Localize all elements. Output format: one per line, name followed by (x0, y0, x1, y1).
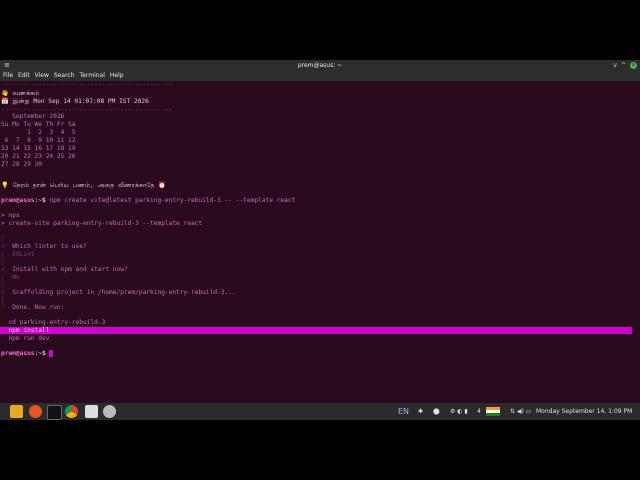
date-line: 📅 இன்று Mon Sep 14 01:07:08 PM IST 2026 (1, 98, 149, 106)
system-tray-icons[interactable]: ⚙ ◐ ▮ (450, 403, 468, 420)
menu-bar: File Edit View Search Terminal Help (0, 71, 640, 81)
ubuntu-icon[interactable] (29, 405, 42, 418)
command-text: npm create vite@latest parking-entry-reb… (45, 197, 296, 204)
terminal-icon[interactable] (47, 405, 62, 420)
calendar-week: 6 7 8 9 10 11 12 (1, 137, 76, 144)
tip-text: நேரம் தான் பெரிய பணம், அதை வீணாக்காதே ⏰ (12, 182, 167, 189)
next-step: npm run dev (8, 335, 50, 342)
final-prompt-line[interactable]: prem@asus:~$ (1, 350, 54, 358)
date-prefix: இன்று (12, 98, 30, 105)
done-line: └ Done. Now run: (1, 304, 64, 312)
prompt-path: :~$ (34, 197, 46, 204)
prompt-path: :~$ (34, 350, 46, 357)
window-title: prem@asus: ~ (297, 62, 343, 69)
obs-icon[interactable]: ⬤ (433, 403, 440, 420)
menu-file[interactable]: File (3, 71, 13, 81)
tip-line: 💡 நேரம் தான் பெரிய பணம், அதை வீணாக்காதே … (1, 182, 166, 190)
wizard-pipe: │ (1, 235, 5, 242)
wizard-bullet: ◇ (1, 243, 13, 250)
wizard-question: Which linter to use? (12, 243, 87, 250)
next-step: npm install (8, 327, 50, 334)
wizard-bullet: ◇ (1, 266, 13, 273)
wizard-question: Install with npm and start now? (12, 266, 128, 273)
maximize-button[interactable]: ^ (621, 60, 626, 71)
settings-icon[interactable] (103, 405, 116, 418)
greeting-text: வணக்கம் (12, 90, 40, 97)
calendar-week: 1 2 3 4 5 (1, 129, 76, 136)
selection-highlight (0, 327, 632, 334)
wizard-pipe: │ (1, 274, 13, 281)
npx-line: > npx (1, 212, 20, 219)
date-text: Mon Sep 14 01:07:08 PM IST 2026 (33, 98, 149, 105)
wizard-answer-line: │ No (1, 274, 20, 282)
calendar-week: 20 21 22 23 24 25 26 (1, 153, 76, 160)
npx-line: > create-vite parking-entry-rebuild-3 --… (1, 220, 203, 227)
greeting-line: 👋 வணக்கம் (1, 90, 39, 98)
prompt-user: prem@asus (1, 350, 35, 357)
window-titlebar[interactable]: ≡ prem@asus: ~ v ^ x (0, 60, 640, 71)
next-step: cd parking-entry-rebuild-3 (8, 319, 106, 326)
scaffold-line: ◇ Scaffolding project in /home/prem/park… (1, 289, 236, 297)
menu-help[interactable]: Help (110, 71, 124, 81)
command-line: prem@asus:~$ npm create vite@latest park… (1, 197, 295, 205)
taskbar: EN ✱ ⬤ ⚙ ◐ ▮ 4 ⇅ ◀) ▭ Monday September 1… (0, 403, 640, 420)
wizard-question-line: ◇ Install with npm and start now? (1, 266, 128, 274)
bluetooth-icon[interactable]: ✱ (418, 403, 423, 420)
network-volume-icons[interactable]: ⇅ ◀) ▭ (510, 403, 531, 420)
text-editor-icon[interactable] (85, 405, 98, 418)
terminal-output[interactable]: ----------------------------------------… (0, 81, 640, 405)
lightbulb-icon: 💡 (1, 182, 9, 189)
chrome-icon[interactable] (65, 405, 78, 418)
menu-terminal[interactable]: Terminal (80, 71, 105, 81)
header-divider: ----------------------------------------… (1, 81, 173, 88)
calendar-month: September 2026 (1, 113, 65, 120)
menu-edit[interactable]: Edit (18, 71, 30, 81)
wizard-answer-line: │ ESLint (1, 251, 35, 259)
wizard-bullet: ◇ (1, 289, 13, 296)
wizard-end: └ (1, 304, 13, 311)
close-button[interactable]: x (630, 62, 637, 69)
minimize-button[interactable]: v (613, 60, 617, 71)
menu-search[interactable]: Search (54, 71, 75, 81)
india-flag-icon (486, 403, 500, 420)
wizard-answer: ESLint (12, 251, 35, 258)
wave-icon: 👋 (1, 90, 9, 97)
calendar-icon: 📅 (1, 98, 9, 105)
wizard-question-line: ◇ Which linter to use? (1, 243, 87, 251)
calendar-days-header: Su Mo Tu We Th Fr Sa (1, 121, 76, 128)
battery-level: 4 (477, 408, 481, 415)
clock[interactable]: Monday September 14, 1:09 PM (536, 403, 632, 420)
text-cursor (49, 350, 54, 357)
desktop-screen: ≡ prem@asus: ~ v ^ x File Edit View Sear… (0, 60, 640, 420)
wizard-answer: No (12, 274, 20, 281)
calendar-week: 27 28 29 30 (1, 161, 42, 168)
wizard-pipe: │ (1, 251, 13, 258)
prompt-user: prem@asus (1, 197, 35, 204)
language-indicator[interactable]: EN (398, 403, 409, 420)
menu-view[interactable]: View (35, 71, 49, 81)
done-text: Done. Now run: (12, 304, 65, 311)
scaffold-text: Scaffolding project in /home/prem/parkin… (12, 289, 236, 296)
calendar-week: 13 14 15 16 17 18 19 (1, 145, 76, 152)
files-icon[interactable] (10, 405, 23, 418)
